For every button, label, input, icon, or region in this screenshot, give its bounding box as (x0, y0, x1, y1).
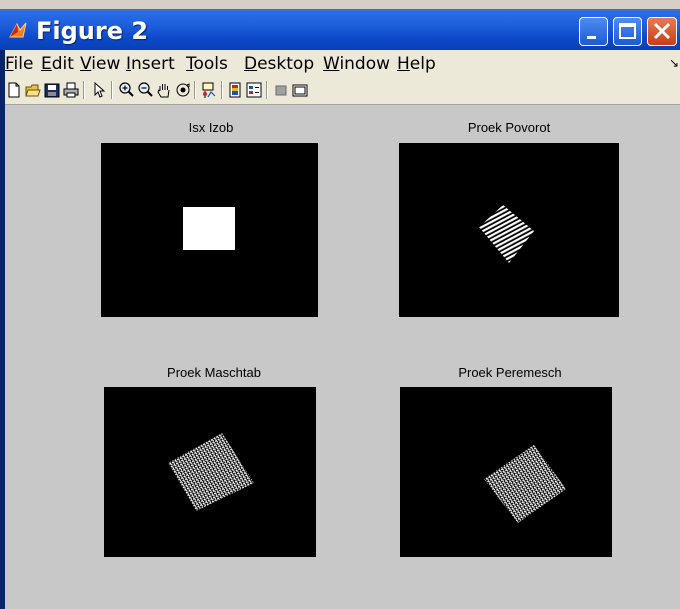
figure-window: Figure 2 File Edit View Insert Tools Des… (0, 0, 680, 609)
menu-edit[interactable]: Edit (41, 54, 74, 74)
menu-help-key: H (397, 54, 410, 74)
new-figure-icon[interactable] (6, 81, 22, 99)
figure-canvas: Isx Izob Proek Povorot Proek Maschtab Pr… (5, 105, 680, 609)
show-plot-tools-icon[interactable] (292, 81, 308, 99)
subplot-title-isx-izob: Isx Izob (188, 120, 234, 135)
save-icon[interactable] (44, 81, 60, 99)
toolbar-separator (83, 81, 85, 99)
hide-plot-tools-icon[interactable] (273, 81, 289, 99)
menu-insert-label: nsert (131, 54, 175, 74)
toolbar-separator (266, 81, 268, 99)
menu-view[interactable]: View (80, 54, 120, 74)
menu-dock-arrow-icon[interactable]: ↘ (669, 56, 679, 70)
white-square-image (183, 207, 235, 250)
window-title: Figure 2 (36, 17, 149, 45)
menu-window-label: indow (339, 54, 391, 74)
edit-plot-arrow-icon[interactable] (91, 81, 107, 99)
menu-help[interactable]: Help (397, 54, 436, 74)
rotated-noisy-square-image-1 (168, 433, 254, 511)
menu-window-key: W (323, 54, 340, 74)
subplot-axes-proek-peremesch[interactable] (400, 387, 612, 557)
menu-bar: File Edit View Insert Tools Desktop Wind… (5, 50, 680, 77)
data-cursor-icon[interactable] (201, 81, 217, 99)
maximize-icon (619, 23, 636, 39)
close-icon (653, 22, 671, 40)
subplot-axes-isx-izob[interactable] (101, 143, 318, 317)
menu-tools-label: ools (193, 54, 228, 74)
menu-help-label: elp (409, 54, 436, 74)
menu-desktop-key: D (244, 54, 258, 74)
minimize-button[interactable] (579, 17, 608, 46)
colorbar-icon[interactable] (227, 81, 243, 99)
maximize-button[interactable] (613, 17, 642, 46)
figure-toolbar (5, 77, 680, 105)
legend-icon[interactable] (246, 81, 262, 99)
subplot-axes-proek-povorot[interactable] (399, 143, 619, 317)
menu-file-label: ile (13, 54, 34, 74)
subplot-axes-proek-maschtab[interactable] (104, 387, 316, 557)
menu-window[interactable]: Window (323, 54, 390, 74)
menu-tools-key: T (186, 54, 194, 74)
menu-edit-key: E (41, 54, 52, 74)
menu-view-key: V (80, 54, 92, 74)
toolbar-separator (111, 81, 113, 99)
menu-edit-label: dit (51, 54, 74, 74)
close-button[interactable] (647, 17, 677, 46)
rotated-noisy-square-image-2 (484, 445, 566, 523)
title-bar[interactable]: Figure 2 (0, 11, 680, 50)
menu-view-label: iew (91, 54, 121, 74)
pan-hand-icon[interactable] (156, 81, 172, 99)
minimize-icon (587, 36, 596, 39)
menu-tools[interactable]: Tools (186, 54, 228, 74)
toolbar-separator (221, 81, 223, 99)
subplot-title-proek-povorot: Proek Povorot (467, 120, 551, 135)
rotate-3d-icon[interactable] (175, 81, 191, 99)
zoom-in-icon[interactable] (118, 81, 134, 99)
rotated-striped-square-image (479, 205, 534, 263)
menu-desktop[interactable]: Desktop (244, 54, 314, 74)
subplot-title-proek-maschtab: Proek Maschtab (167, 365, 261, 380)
toolbar-separator (194, 81, 196, 99)
menu-desktop-label: esktop (257, 54, 315, 74)
matlab-icon (9, 22, 27, 38)
print-icon[interactable] (63, 81, 79, 99)
menu-file-key: F (5, 54, 14, 74)
menu-insert[interactable]: Insert (126, 54, 175, 74)
menu-file[interactable]: File (5, 54, 33, 74)
background-window-edge (0, 0, 680, 11)
zoom-out-icon[interactable] (137, 81, 153, 99)
subplot-title-proek-peremesch: Proek Peremesch (458, 365, 562, 380)
open-file-icon[interactable] (25, 81, 41, 99)
